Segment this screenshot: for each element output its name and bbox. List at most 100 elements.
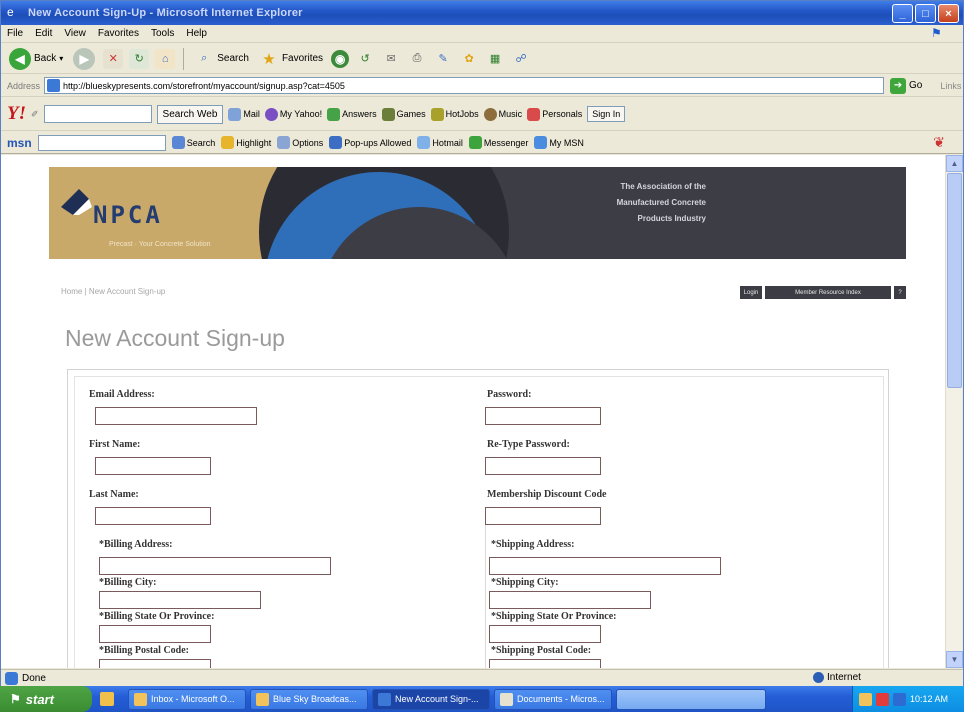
tray-network-icon[interactable] — [859, 692, 872, 706]
mail-icon[interactable]: ✉ — [381, 49, 401, 69]
shipping-state-field[interactable] — [489, 625, 601, 643]
taskbar-language-bar[interactable] — [616, 688, 766, 710]
go-button[interactable]: ➔ Go — [890, 77, 922, 94]
msn-hotmail[interactable]: Hotmail — [417, 136, 463, 149]
yahoo-answers[interactable]: Answers — [327, 107, 377, 121]
title-bar[interactable]: e New Account Sign-Up - Microsoft Intern… — [1, 1, 963, 25]
yahoo-my-yahoo[interactable]: My Yahoo! — [264, 107, 322, 121]
history-icon[interactable]: ↺ — [355, 49, 375, 69]
back-label: Back — [34, 53, 57, 64]
yahoo-logo[interactable]: Y! — [7, 103, 26, 125]
menu-file[interactable]: File — [7, 28, 23, 39]
links-label[interactable]: Links — [940, 81, 961, 91]
yahoo-search-input[interactable] — [43, 105, 152, 123]
menu-favorites[interactable]: Favorites — [98, 28, 139, 39]
yahoo-toolbar: Y! ✐ Search Web Mail My Yahoo! Answers G… — [1, 98, 963, 131]
start-button[interactable]: ⚑ start — [0, 686, 92, 712]
scroll-thumb[interactable] — [947, 173, 962, 388]
member-resource-button[interactable]: Member Resource Index — [765, 286, 891, 299]
options-icon — [277, 136, 291, 149]
email-field[interactable] — [95, 407, 257, 425]
taskbar-item-bluesky[interactable]: Blue Sky Broadcas... — [250, 688, 368, 710]
msn-search[interactable]: Search — [171, 136, 215, 149]
hotmail-icon — [417, 136, 431, 149]
billing-city-field[interactable] — [99, 591, 261, 609]
taskbar-item-documents[interactable]: Documents - Micros... — [494, 688, 612, 710]
password-field[interactable] — [485, 407, 601, 425]
taskbar-item-signup[interactable]: New Account Sign-... — [372, 688, 490, 710]
research-icon[interactable]: ▦ — [485, 49, 505, 69]
association-line-1: The Association of the — [620, 182, 707, 191]
taskbar-item-label: Documents - Micros... — [517, 694, 605, 704]
msn-butterfly-icon[interactable]: ❦ — [933, 134, 945, 151]
search-label: Search — [217, 53, 249, 64]
yahoo-search-button[interactable]: Search Web — [156, 104, 224, 124]
shipping-city-field[interactable] — [489, 591, 651, 609]
last-name-field[interactable] — [95, 507, 211, 525]
favorites-button[interactable]: ★ Favorites — [257, 47, 325, 71]
msn-mymsn[interactable]: My MSN — [534, 136, 584, 149]
membership-code-field[interactable] — [485, 507, 601, 525]
address-input[interactable]: http://blueskypresents.com/storefront/my… — [44, 77, 885, 94]
menu-tools[interactable]: Tools — [151, 28, 174, 39]
tray-security-icon[interactable] — [876, 692, 889, 706]
yahoo-music[interactable]: Music — [483, 107, 522, 121]
shipping-postal-field[interactable] — [489, 659, 601, 668]
msn-options[interactable]: Options — [277, 136, 323, 149]
vertical-scrollbar[interactable]: ▲ ▼ — [945, 155, 963, 668]
windows-flag-icon: ⚑ — [10, 692, 21, 706]
msn-highlight[interactable]: Highlight — [221, 136, 271, 149]
msn-highlight-label: Highlight — [236, 137, 272, 148]
billing-address-field[interactable] — [99, 557, 331, 575]
messenger-icon[interactable]: ✿ — [459, 49, 479, 69]
yahoo-mail-label: Mail — [243, 109, 260, 119]
pencil-icon[interactable]: ✐ — [31, 109, 39, 120]
yahoo-mail[interactable]: Mail — [228, 107, 260, 121]
shipping-postal-label: *Shipping Postal Code: — [491, 645, 592, 656]
msn-search-input[interactable] — [37, 134, 166, 151]
first-name-field[interactable] — [95, 457, 211, 475]
yahoo-personals[interactable]: Personals — [527, 107, 582, 121]
clock[interactable]: 10:12 AM — [910, 694, 948, 704]
retype-password-label: Re-Type Password: — [487, 439, 570, 450]
media-icon[interactable]: ◉ — [331, 49, 350, 68]
edit-icon[interactable]: ✎ — [433, 49, 453, 69]
menu-view[interactable]: View — [64, 28, 86, 39]
menu-edit[interactable]: Edit — [35, 28, 52, 39]
close-button[interactable]: × — [938, 4, 959, 23]
scroll-down-icon[interactable]: ▼ — [946, 651, 963, 668]
search-button[interactable]: ⌕ Search — [192, 47, 251, 71]
print-icon[interactable]: ⎙ — [407, 49, 427, 69]
billing-postal-field[interactable] — [99, 659, 211, 668]
menu-help[interactable]: Help — [186, 28, 207, 39]
outlook-icon — [134, 692, 147, 706]
help-button[interactable]: ? — [894, 286, 906, 299]
home-icon[interactable]: ⌂ — [155, 48, 176, 69]
maximize-button[interactable]: □ — [915, 4, 936, 23]
stop-icon[interactable]: ✕ — [103, 48, 124, 69]
taskbar-item-outlook[interactable]: Inbox - Microsoft O... — [128, 688, 246, 710]
refresh-icon[interactable]: ↻ — [129, 48, 150, 69]
breadcrumb[interactable]: Home | New Account Sign-up — [61, 287, 165, 296]
npca-logo[interactable]: NPCA — [93, 201, 163, 229]
minimize-button[interactable]: _ — [892, 4, 913, 23]
retype-password-field[interactable] — [485, 457, 601, 475]
msn-popups[interactable]: Pop-ups Allowed — [329, 136, 411, 149]
shipping-address-field[interactable] — [489, 557, 721, 575]
scroll-up-icon[interactable]: ▲ — [946, 155, 963, 172]
forward-button[interactable]: ▶ — [71, 47, 97, 71]
yahoo-games[interactable]: Games — [381, 107, 426, 121]
msn-logo[interactable]: msn — [7, 136, 32, 150]
msn-messenger[interactable]: Messenger — [468, 136, 528, 149]
tray-antivirus-icon[interactable] — [893, 692, 906, 706]
billing-state-field[interactable] — [99, 625, 211, 643]
discuss-icon[interactable]: ☍ — [511, 49, 531, 69]
document-icon — [500, 692, 513, 706]
back-button[interactable]: ◀ Back ▾ — [7, 47, 65, 71]
login-button[interactable]: Login — [740, 286, 762, 299]
association-text: The Association of the Manufactured Conc… — [536, 179, 706, 227]
quicklaunch-icon[interactable] — [100, 692, 114, 706]
yahoo-hotjobs[interactable]: HotJobs — [430, 107, 479, 121]
hotjobs-icon — [430, 107, 444, 121]
yahoo-sign-in-button[interactable]: Sign In — [587, 106, 626, 122]
